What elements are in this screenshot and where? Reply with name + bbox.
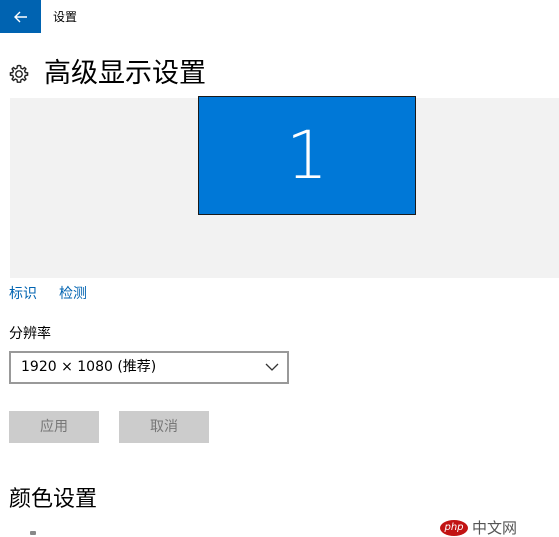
- chevron-down-icon: [265, 363, 279, 371]
- color-settings-heading: 颜色设置: [9, 487, 98, 512]
- page-title: 高级显示设置: [44, 58, 206, 89]
- watermark-logo: php: [440, 520, 468, 536]
- resolution-label: 分辨率: [9, 326, 51, 342]
- resolution-dropdown[interactable]: 1920 × 1080 (推荐): [9, 351, 289, 384]
- cancel-button[interactable]: 取消: [119, 411, 209, 443]
- resolution-value: 1920 × 1080 (推荐): [21, 359, 157, 375]
- title-bar: 设置: [0, 0, 559, 33]
- detect-link[interactable]: 检测: [59, 285, 87, 303]
- clipped-text: [30, 531, 36, 535]
- apply-button[interactable]: 应用: [9, 411, 99, 443]
- back-arrow-icon: [13, 11, 27, 22]
- watermark-text: 中文网: [472, 519, 518, 537]
- watermark: php 中文网: [440, 519, 517, 537]
- back-button[interactable]: [0, 0, 41, 33]
- display-arrangement-area: 1: [10, 96, 559, 278]
- monitor-1[interactable]: 1: [198, 96, 416, 215]
- gear-icon: [9, 64, 29, 83]
- identify-link[interactable]: 标识: [9, 285, 37, 303]
- window-title: 设置: [53, 10, 78, 24]
- monitor-number: 1: [286, 116, 328, 194]
